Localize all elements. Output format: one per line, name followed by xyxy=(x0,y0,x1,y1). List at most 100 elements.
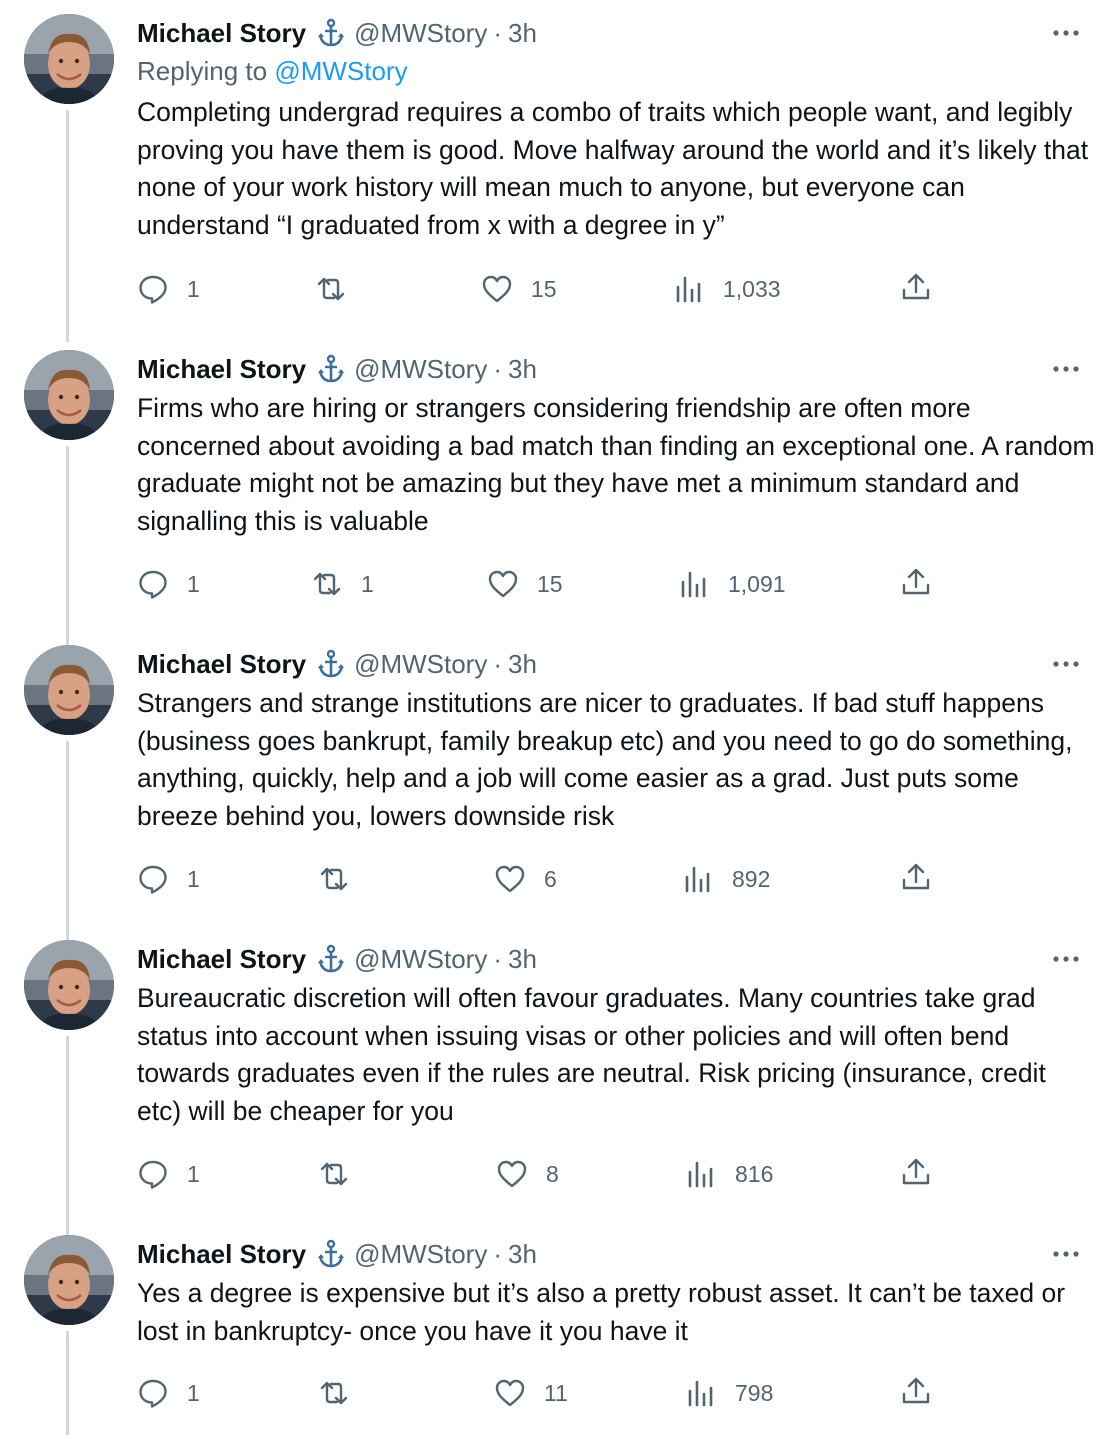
share-upload-icon xyxy=(900,861,932,898)
like-button[interactable]: 6 xyxy=(494,859,557,899)
thread-connector xyxy=(66,446,69,646)
avatar[interactable] xyxy=(24,14,114,104)
tweet-header: Michael Story @MWStory · 3h xyxy=(137,942,537,976)
views-bar-chart-icon xyxy=(685,1158,717,1190)
tweet[interactable]: Michael Story @MWStory · 3h Bureaucratic… xyxy=(0,940,1114,1236)
author-handle[interactable]: @MWStory xyxy=(354,649,487,680)
more-dots-icon[interactable] xyxy=(1048,16,1084,50)
thread-connector xyxy=(66,741,69,941)
share-button[interactable] xyxy=(900,1373,932,1413)
reply-bubble-icon xyxy=(137,1158,169,1190)
share-upload-icon xyxy=(900,566,932,603)
heart-icon xyxy=(496,1158,528,1190)
like-button[interactable]: 15 xyxy=(487,564,563,604)
anchor-icon xyxy=(316,18,346,48)
author-name[interactable]: Michael Story xyxy=(137,354,306,385)
like-button[interactable]: 11 xyxy=(494,1373,568,1413)
tweet[interactable]: Michael Story @MWStory · 3h Replying to … xyxy=(0,14,1114,342)
like-count: 8 xyxy=(546,1160,559,1187)
views-button[interactable]: 892 xyxy=(682,859,770,899)
tweet-header: Michael Story @MWStory · 3h xyxy=(137,647,537,681)
tweet[interactable]: Michael Story @MWStory · 3h Yes a degree… xyxy=(0,1235,1114,1435)
share-button[interactable] xyxy=(900,859,932,899)
timestamp[interactable]: 3h xyxy=(508,18,537,49)
separator-dot: · xyxy=(493,17,503,48)
tweet-text: Bureaucratic discretion will often favou… xyxy=(137,983,1046,1126)
anchor-icon xyxy=(316,354,346,384)
share-upload-icon xyxy=(900,1375,932,1412)
share-button[interactable] xyxy=(900,269,932,309)
tweet-header: Michael Story @MWStory · 3h xyxy=(137,16,537,50)
separator-dot: · xyxy=(493,943,503,974)
tweet[interactable]: Michael Story @MWStory · 3h Strangers an… xyxy=(0,645,1114,941)
tweet-text: Strangers and strange institutions are n… xyxy=(137,688,1073,831)
reply-button[interactable]: 1 xyxy=(137,859,200,899)
action-bar: 1 11 798 xyxy=(137,1373,937,1413)
action-bar: 1 15 1,033 xyxy=(137,269,937,309)
like-button[interactable]: 15 xyxy=(481,269,557,309)
anchor-icon xyxy=(316,1239,346,1269)
author-name[interactable]: Michael Story xyxy=(137,1239,306,1270)
heart-icon xyxy=(494,863,526,895)
views-button[interactable]: 816 xyxy=(685,1154,773,1194)
action-bar: 1 8 816 xyxy=(137,1154,937,1194)
views-button[interactable]: 1,091 xyxy=(678,564,786,604)
author-name[interactable]: Michael Story xyxy=(137,944,306,975)
views-button[interactable]: 798 xyxy=(685,1373,773,1413)
avatar[interactable] xyxy=(24,645,114,735)
reply-button[interactable]: 1 xyxy=(137,1154,200,1194)
timestamp[interactable]: 3h xyxy=(508,354,537,385)
share-button[interactable] xyxy=(900,564,932,604)
retweet-button[interactable]: 1 xyxy=(311,564,374,604)
timestamp[interactable]: 3h xyxy=(508,649,537,680)
heart-icon xyxy=(494,1377,526,1409)
avatar[interactable] xyxy=(24,350,114,440)
tweet-thread: Michael Story @MWStory · 3h Replying to … xyxy=(0,0,1114,1435)
heart-icon xyxy=(487,568,519,600)
like-count: 15 xyxy=(537,570,563,597)
author-handle[interactable]: @MWStory xyxy=(354,354,487,385)
more-dots-icon[interactable] xyxy=(1048,1237,1084,1271)
retweet-button[interactable] xyxy=(318,1373,368,1413)
view-count: 892 xyxy=(732,865,771,892)
author-name[interactable]: Michael Story xyxy=(137,649,306,680)
tweet-text: Yes a degree is expensive but it’s also … xyxy=(137,1278,1066,1346)
views-bar-chart-icon xyxy=(673,273,705,305)
reply-button[interactable]: 1 xyxy=(137,269,200,309)
more-dots-icon[interactable] xyxy=(1048,647,1084,681)
action-bar: 1 1 15 1,091 xyxy=(137,564,937,604)
thread-connector xyxy=(66,1036,69,1236)
reply-count: 1 xyxy=(187,1160,200,1187)
like-count: 6 xyxy=(544,865,557,892)
like-count: 15 xyxy=(531,275,557,302)
reply-bubble-icon xyxy=(137,1377,169,1409)
like-button[interactable]: 8 xyxy=(496,1154,559,1194)
author-name[interactable]: Michael Story xyxy=(137,18,306,49)
author-handle[interactable]: @MWStory xyxy=(354,18,487,49)
replying-handle-link[interactable]: @MWStory xyxy=(274,56,407,86)
share-button[interactable] xyxy=(900,1154,932,1194)
tweet[interactable]: Michael Story @MWStory · 3h Firms who ar… xyxy=(0,350,1114,646)
separator-dot: · xyxy=(493,353,503,384)
action-bar: 1 6 892 xyxy=(137,859,937,899)
thread-connector xyxy=(66,110,69,342)
timestamp[interactable]: 3h xyxy=(508,1239,537,1270)
author-handle[interactable]: @MWStory xyxy=(354,944,487,975)
reply-count: 1 xyxy=(187,570,200,597)
more-dots-icon[interactable] xyxy=(1048,352,1084,386)
tweet-header: Michael Story @MWStory · 3h xyxy=(137,1237,537,1271)
retweet-button[interactable] xyxy=(318,1154,368,1194)
views-button[interactable]: 1,033 xyxy=(673,269,781,309)
more-dots-icon[interactable] xyxy=(1048,942,1084,976)
reply-button[interactable]: 1 xyxy=(137,1373,200,1413)
retweet-button[interactable] xyxy=(318,859,368,899)
view-count: 816 xyxy=(735,1160,774,1187)
view-count: 798 xyxy=(735,1379,774,1406)
avatar[interactable] xyxy=(24,1235,114,1325)
timestamp[interactable]: 3h xyxy=(508,944,537,975)
tweet-text: Firms who are hiring or strangers consid… xyxy=(137,393,1095,536)
author-handle[interactable]: @MWStory xyxy=(354,1239,487,1270)
avatar[interactable] xyxy=(24,940,114,1030)
reply-button[interactable]: 1 xyxy=(137,564,200,604)
retweet-button[interactable] xyxy=(315,269,365,309)
